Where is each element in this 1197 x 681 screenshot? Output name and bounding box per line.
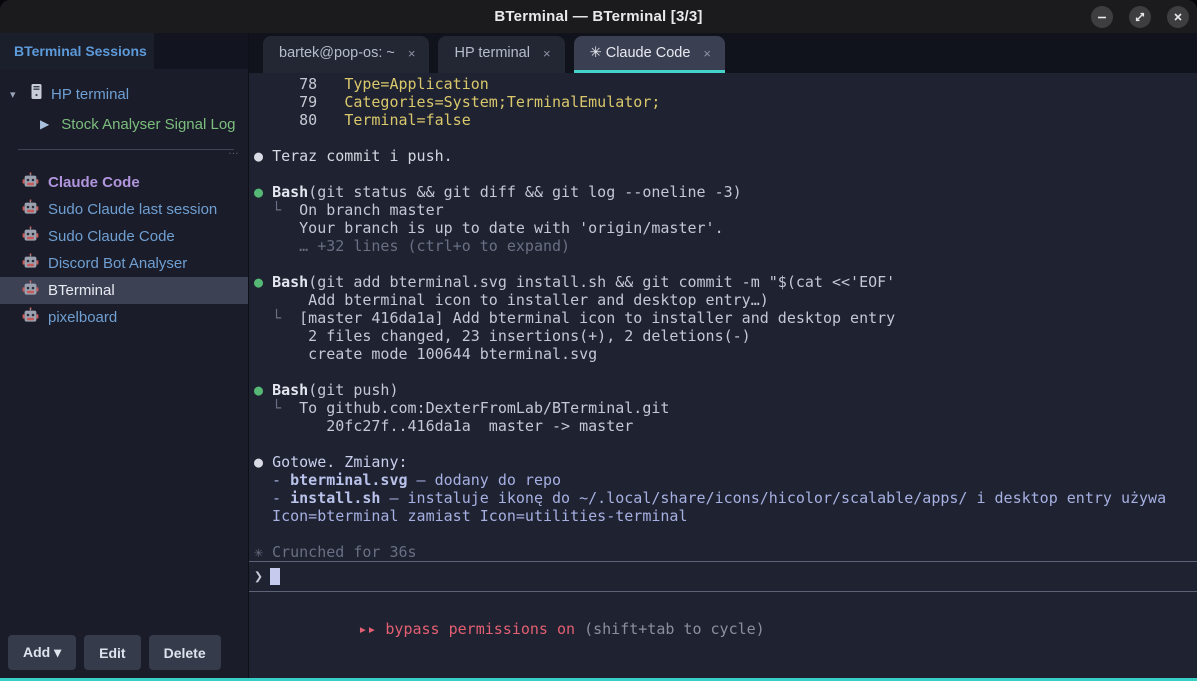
sidebar-header: BTerminal Sessions <box>0 33 248 69</box>
prompt-box[interactable]: ❯ <box>249 561 1197 592</box>
permissions-status-line: ▸▸ bypass permissions on (shift+tab to c… <box>249 592 1197 656</box>
close-button[interactable] <box>1167 6 1189 28</box>
minimize-icon <box>1096 11 1108 23</box>
tab-label: bartek@pop-os: ~ <box>279 45 395 61</box>
terminal-output: 78 Type=Application 79 Categories=System… <box>249 75 1197 561</box>
window-controls <box>1091 6 1189 28</box>
sidebar-header-tab: BTerminal Sessions <box>0 33 154 69</box>
terminal-line: └ To github.com:DexterFromLab/BTerminal.… <box>249 399 1197 417</box>
session-label: Discord Bot Analyser <box>48 255 187 272</box>
main-area: bartek@pop-os: ~×HP terminal×✳ Claude Co… <box>249 33 1197 678</box>
terminal-view[interactable]: 78 Type=Application 79 Categories=System… <box>249 73 1197 678</box>
delete-button[interactable]: Delete <box>149 635 221 670</box>
terminal-line: - install.sh — instaluje ikonę do ~/.loc… <box>249 489 1197 507</box>
tab-hp-terminal[interactable]: HP terminal × <box>438 36 564 73</box>
terminal-line: 20fc27f..416da1a master -> master <box>249 417 1197 435</box>
maximize-button[interactable] <box>1129 6 1151 28</box>
window-title: BTerminal — BTerminal [3/3] <box>494 8 702 25</box>
terminal-line: Your branch is up to date with 'origin/m… <box>249 219 1197 237</box>
terminal-line <box>249 165 1197 183</box>
terminal-line: ● Bash(git push) <box>249 381 1197 399</box>
session-item-pixelboard[interactable]: pixelboard <box>0 304 248 331</box>
terminal-line: - bterminal.svg — dodany do repo <box>249 471 1197 489</box>
session-label: pixelboard <box>48 309 117 326</box>
session-item-sudo-claude-last-session[interactable]: Sudo Claude last session <box>0 196 248 223</box>
tab-close-icon[interactable]: × <box>702 46 712 61</box>
double-arrow-icon: ▸▸ <box>358 620 385 638</box>
terminal-line: ✳ Crunched for 36s <box>249 543 1197 561</box>
tree-item-hp-terminal[interactable]: ▾ HP terminal <box>0 79 248 109</box>
tree-item-label: Stock Analyser Signal Log <box>61 116 235 133</box>
tab-bartek-pop-os[interactable]: bartek@pop-os: ~ × <box>263 36 429 73</box>
session-item-claude-code[interactable]: Claude Code <box>0 169 248 196</box>
tree-item-stock-analyser-signal-log[interactable]: ▶ Stock Analyser Signal Log <box>0 109 248 139</box>
play-icon: ▶ <box>40 117 49 131</box>
robot-icon <box>22 280 39 301</box>
sidebar-divider: … <box>18 149 234 157</box>
robot-icon <box>22 307 39 328</box>
terminal-line: 79 Categories=System;TerminalEmulator; <box>249 93 1197 111</box>
text-cursor <box>270 568 280 585</box>
terminal-line <box>249 435 1197 453</box>
terminal-line: ● Bash(git status && git diff && git log… <box>249 183 1197 201</box>
title-bar: BTerminal — BTerminal [3/3] <box>0 0 1197 33</box>
permission-hint-text: (shift+tab to cycle) <box>575 620 765 638</box>
session-tree: ▾ HP terminal ▶ Stock Analyser Signal Lo… <box>0 69 248 331</box>
maximize-icon <box>1134 11 1146 23</box>
tab-claude-code[interactable]: ✳ Claude Code × <box>574 36 725 73</box>
terminal-line <box>249 129 1197 147</box>
computer-icon <box>30 83 43 105</box>
terminal-line: 78 Type=Application <box>249 75 1197 93</box>
terminal-line: … +32 lines (ctrl+o to expand) <box>249 237 1197 255</box>
terminal-line <box>249 363 1197 381</box>
robot-icon <box>22 199 39 220</box>
terminal-line: ● Bash(git add bterminal.svg install.sh … <box>249 273 1197 291</box>
session-label: Sudo Claude last session <box>48 201 217 218</box>
terminal-line: └ On branch master <box>249 201 1197 219</box>
sessions-sidebar: BTerminal Sessions ▾ HP terminal <box>0 33 249 678</box>
divider-ellipsis-icon: … <box>228 145 240 157</box>
tab-label: ✳ Claude Code <box>590 45 691 61</box>
robot-icon <box>22 226 39 247</box>
app-window: BTerminal — BTerminal [3/3] <box>0 0 1197 681</box>
sidebar-title: BTerminal Sessions <box>14 43 147 59</box>
add-button[interactable]: Add ▾ <box>8 635 76 670</box>
tab-close-icon[interactable]: × <box>542 46 552 61</box>
edit-button[interactable]: Edit <box>84 635 140 670</box>
sidebar-button-row: Add ▾Edit Delete <box>8 635 221 670</box>
close-icon <box>1172 11 1184 23</box>
tree-item-label: HP terminal <box>51 86 129 103</box>
terminal-line: ● Teraz commit i push. <box>249 147 1197 165</box>
terminal-line: └ [master 416da1a] Add bterminal icon to… <box>249 309 1197 327</box>
session-list: Claude Code Sudo Claude last session Sudo … <box>0 169 248 331</box>
session-item-bterminal[interactable]: BTerminal <box>0 277 248 304</box>
tab-label: HP terminal <box>454 45 529 61</box>
robot-icon <box>22 172 39 193</box>
terminal-line: 80 Terminal=false <box>249 111 1197 129</box>
terminal-line <box>249 525 1197 543</box>
minimize-button[interactable] <box>1091 6 1113 28</box>
robot-icon <box>22 253 39 274</box>
tab-bar: bartek@pop-os: ~×HP terminal×✳ Claude Co… <box>249 33 1197 73</box>
chevron-down-icon[interactable]: ▾ <box>10 88 22 101</box>
session-label: Claude Code <box>48 174 140 191</box>
terminal-line: create mode 100644 bterminal.svg <box>249 345 1197 363</box>
terminal-line: 2 files changed, 23 insertions(+), 2 del… <box>249 327 1197 345</box>
session-item-sudo-claude-code[interactable]: Sudo Claude Code <box>0 223 248 250</box>
permission-mode-text: bypass permissions on <box>385 620 575 638</box>
session-label: BTerminal <box>48 282 115 299</box>
session-label: Sudo Claude Code <box>48 228 175 245</box>
terminal-line: Add bterminal icon to installer and desk… <box>249 291 1197 309</box>
terminal-line: Icon=bterminal zamiast Icon=utilities-te… <box>249 507 1197 525</box>
prompt-chevron-icon: ❯ <box>254 567 263 585</box>
terminal-line: ● Gotowe. Zmiany: <box>249 453 1197 471</box>
terminal-line <box>249 255 1197 273</box>
session-item-discord-bot-analyser[interactable]: Discord Bot Analyser <box>0 250 248 277</box>
tab-close-icon[interactable]: × <box>407 46 417 61</box>
